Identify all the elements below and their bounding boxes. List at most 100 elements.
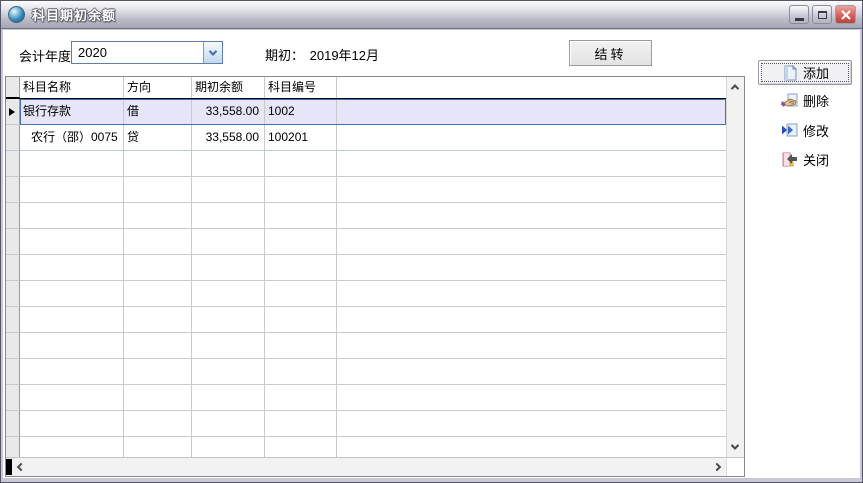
row-selector-cell[interactable] bbox=[6, 411, 20, 437]
cell-filler[interactable] bbox=[337, 411, 726, 437]
cell-filler[interactable] bbox=[337, 203, 726, 229]
cell-filler[interactable] bbox=[337, 359, 726, 385]
row-selector-cell[interactable] bbox=[6, 99, 20, 125]
cell-filler[interactable] bbox=[337, 229, 726, 255]
row-selector-cell[interactable] bbox=[6, 359, 20, 385]
grid-empty-row[interactable] bbox=[6, 281, 726, 307]
maximize-button[interactable] bbox=[812, 5, 832, 24]
close-button[interactable] bbox=[835, 5, 856, 24]
grid-empty-row[interactable] bbox=[6, 437, 726, 457]
cell-name[interactable]: 农行（邵）0075 bbox=[20, 125, 124, 151]
cell-balance[interactable] bbox=[192, 203, 265, 229]
grid-empty-row[interactable] bbox=[6, 177, 726, 203]
scroll-right-icon[interactable] bbox=[713, 463, 721, 471]
cell-balance[interactable]: 33,558.00 bbox=[192, 125, 265, 151]
fiscal-year-combobox[interactable]: 2020 bbox=[71, 41, 223, 64]
add-button[interactable]: 添加 bbox=[758, 60, 852, 85]
grid-empty-row[interactable] bbox=[6, 359, 726, 385]
cell-balance[interactable] bbox=[192, 437, 265, 457]
grid-empty-row[interactable] bbox=[6, 229, 726, 255]
cell-balance[interactable] bbox=[192, 281, 265, 307]
cell-filler[interactable] bbox=[337, 99, 726, 125]
cell-direction[interactable] bbox=[124, 385, 192, 411]
cell-code[interactable]: 100201 bbox=[265, 125, 337, 151]
row-selector-cell[interactable] bbox=[6, 125, 20, 151]
minimize-button[interactable] bbox=[789, 5, 809, 24]
row-selector-cell[interactable] bbox=[6, 229, 20, 255]
row-selector-cell[interactable] bbox=[6, 255, 20, 281]
row-selector-cell[interactable] bbox=[6, 385, 20, 411]
cell-balance[interactable] bbox=[192, 307, 265, 333]
titlebar[interactable]: 科目期初余额 bbox=[1, 1, 862, 29]
cell-code[interactable] bbox=[265, 359, 337, 385]
modify-button[interactable]: 修改 bbox=[758, 118, 852, 142]
cell-filler[interactable] bbox=[337, 437, 726, 457]
grid-empty-row[interactable] bbox=[6, 333, 726, 359]
cell-direction[interactable]: 借 bbox=[124, 99, 192, 125]
cell-name[interactable] bbox=[20, 151, 124, 177]
cell-direction[interactable] bbox=[124, 411, 192, 437]
cell-balance[interactable] bbox=[192, 229, 265, 255]
cell-code[interactable] bbox=[265, 385, 337, 411]
grid-row-sub-account[interactable]: 农行（邵）0075 贷 33,558.00 100201 bbox=[6, 125, 726, 151]
cell-direction[interactable] bbox=[124, 177, 192, 203]
cell-filler[interactable] bbox=[337, 125, 726, 151]
cell-direction[interactable] bbox=[124, 255, 192, 281]
cell-name[interactable] bbox=[20, 333, 124, 359]
cell-filler[interactable] bbox=[337, 281, 726, 307]
scroll-up-icon[interactable] bbox=[731, 84, 739, 92]
cell-direction[interactable] bbox=[124, 281, 192, 307]
cell-name[interactable] bbox=[20, 177, 124, 203]
cell-balance[interactable] bbox=[192, 151, 265, 177]
cell-name[interactable] bbox=[20, 307, 124, 333]
cell-code[interactable] bbox=[265, 307, 337, 333]
vertical-scrollbar[interactable] bbox=[726, 77, 744, 457]
cell-code[interactable] bbox=[265, 229, 337, 255]
cell-name[interactable] bbox=[20, 385, 124, 411]
cell-filler[interactable] bbox=[337, 177, 726, 203]
cell-code[interactable]: 1002 bbox=[265, 99, 337, 125]
scroll-down-icon[interactable] bbox=[731, 441, 739, 449]
column-header-balance[interactable]: 期初余额 bbox=[192, 77, 265, 98]
row-selector-cell[interactable] bbox=[6, 281, 20, 307]
cell-name[interactable] bbox=[20, 359, 124, 385]
cell-name[interactable] bbox=[20, 281, 124, 307]
grid-empty-row[interactable] bbox=[6, 255, 726, 281]
cell-name[interactable] bbox=[20, 229, 124, 255]
cell-direction[interactable] bbox=[124, 203, 192, 229]
cell-name[interactable] bbox=[20, 411, 124, 437]
cell-direction[interactable]: 贷 bbox=[124, 125, 192, 151]
grid-row-bank-deposit[interactable]: 银行存款 借 33,558.00 1002 bbox=[6, 99, 726, 125]
cell-filler[interactable] bbox=[337, 255, 726, 281]
cell-name[interactable] bbox=[20, 437, 124, 457]
row-selector-cell[interactable] bbox=[6, 151, 20, 177]
cell-code[interactable] bbox=[265, 281, 337, 307]
cell-filler[interactable] bbox=[337, 333, 726, 359]
cell-filler[interactable] bbox=[337, 307, 726, 333]
cell-direction[interactable] bbox=[124, 333, 192, 359]
grid-empty-row[interactable] bbox=[6, 385, 726, 411]
cell-balance[interactable] bbox=[192, 359, 265, 385]
cell-code[interactable] bbox=[265, 203, 337, 229]
delete-button[interactable]: 删除 bbox=[758, 88, 852, 112]
horizontal-scrollbar[interactable] bbox=[6, 458, 726, 476]
horizontal-scroll-thumb[interactable] bbox=[6, 459, 12, 475]
column-header-direction[interactable]: 方向 bbox=[124, 77, 192, 98]
cell-code[interactable] bbox=[265, 333, 337, 359]
cell-balance[interactable] bbox=[192, 333, 265, 359]
cell-code[interactable] bbox=[265, 437, 337, 457]
grid-empty-row[interactable] bbox=[6, 411, 726, 437]
fiscal-year-dropdown-button[interactable] bbox=[203, 42, 222, 63]
row-selector-cell[interactable] bbox=[6, 333, 20, 359]
cell-balance[interactable] bbox=[192, 255, 265, 281]
cell-name[interactable]: 银行存款 bbox=[20, 99, 124, 125]
grid-empty-row[interactable] bbox=[6, 151, 726, 177]
cell-code[interactable] bbox=[265, 255, 337, 281]
column-header-name[interactable]: 科目名称 bbox=[20, 77, 124, 98]
cell-balance[interactable]: 33,558.00 bbox=[192, 99, 265, 125]
close-form-button[interactable]: 关闭 bbox=[758, 147, 852, 171]
cell-filler[interactable] bbox=[337, 151, 726, 177]
cell-direction[interactable] bbox=[124, 359, 192, 385]
grid-empty-row[interactable] bbox=[6, 203, 726, 229]
row-selector-cell[interactable] bbox=[6, 307, 20, 333]
